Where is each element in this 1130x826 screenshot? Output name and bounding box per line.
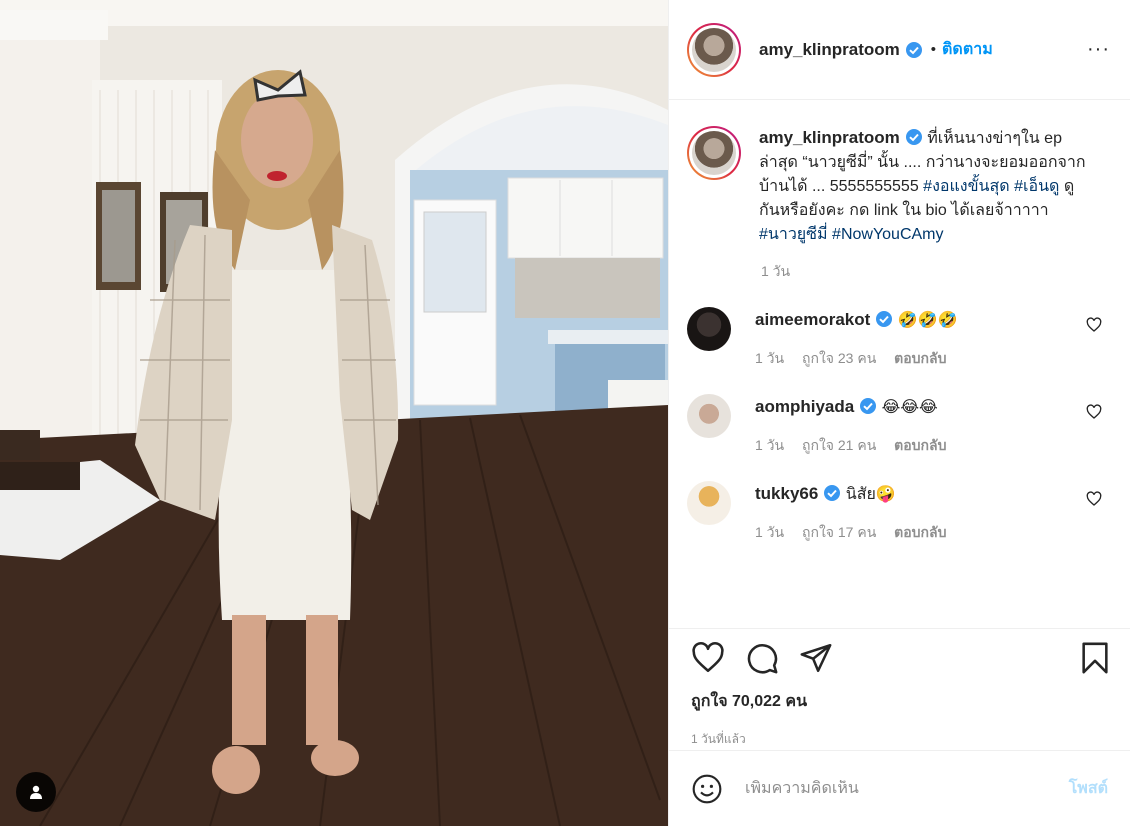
verified-badge-icon xyxy=(860,398,877,414)
commenter-username[interactable]: aomphiyada xyxy=(755,397,854,416)
comment-text: 😂😂😂 xyxy=(881,399,938,416)
comment-time[interactable]: 1 วัน xyxy=(755,524,784,540)
user-tag-icon[interactable] xyxy=(16,772,56,812)
caption-avatar[interactable] xyxy=(687,126,741,180)
post-side-panel: amy_klinpratoom • ติดตาม ··· amy_klinpra… xyxy=(668,0,1130,826)
hashtag-link[interactable]: #เอ็นดู xyxy=(1014,178,1059,195)
posted-time[interactable]: 1 วันที่แล้ว xyxy=(691,730,1110,749)
comment-likes[interactable]: ถูกใจ 21 คน xyxy=(802,437,876,453)
commenter-username[interactable]: aimeemorakot xyxy=(755,310,870,329)
post-header: amy_klinpratoom • ติดตาม ··· xyxy=(669,0,1130,100)
more-options-icon[interactable]: ··· xyxy=(1087,38,1110,61)
commenter-avatar[interactable] xyxy=(687,481,731,525)
post-comment-button[interactable]: โพสต์ xyxy=(1069,776,1108,801)
post-actions: ถูกใจ 70,022 คน 1 วันที่แล้ว xyxy=(669,628,1130,749)
verified-badge-icon xyxy=(876,311,893,327)
reply-button[interactable]: ตอบกลับ xyxy=(894,524,946,540)
reply-button[interactable]: ตอบกลับ xyxy=(894,350,946,366)
commenter-avatar[interactable] xyxy=(687,394,731,438)
caption: amy_klinpratoom ที่เห็นนางข่าๆใน ep ล่าส… xyxy=(687,126,1130,247)
caption-text: amy_klinpratoom ที่เห็นนางข่าๆใน ep ล่าส… xyxy=(759,126,1089,247)
author-username[interactable]: amy_klinpratoom xyxy=(759,40,900,60)
commenter-avatar[interactable] xyxy=(687,307,731,351)
heart-icon[interactable] xyxy=(691,641,725,675)
comment-icon[interactable] xyxy=(745,641,779,675)
comment-heart-icon[interactable] xyxy=(1086,404,1102,420)
verified-badge-icon xyxy=(905,129,922,145)
hashtag-link[interactable]: #NowYouCAmy xyxy=(832,226,943,243)
hashtag-link[interactable]: #นาวยูซีมี่ xyxy=(759,226,828,243)
verified-badge-icon xyxy=(905,41,922,58)
bookmark-icon[interactable] xyxy=(1080,641,1110,675)
comment-item: aimeemorakot 🤣🤣🤣 1 วัน ถูกใจ 23 คน ตอบกล… xyxy=(687,307,1130,370)
post-photo[interactable] xyxy=(0,0,668,826)
comment-heart-icon[interactable] xyxy=(1086,491,1102,507)
post-photo-image xyxy=(0,0,668,826)
comment-item: tukky66 นิสัย🤪 1 วัน ถูกใจ 17 คน ตอบกลับ xyxy=(687,481,1130,544)
comment-heart-icon[interactable] xyxy=(1086,317,1102,333)
caption-username[interactable]: amy_klinpratoom xyxy=(759,128,900,147)
comment-text: นิสัย🤪 xyxy=(845,486,896,503)
comment-composer: โพสต์ xyxy=(669,750,1130,826)
verified-badge-icon xyxy=(824,485,841,501)
comment-input[interactable] xyxy=(745,779,1069,798)
emoji-icon[interactable] xyxy=(691,773,723,805)
commenter-username[interactable]: tukky66 xyxy=(755,484,818,503)
comment-likes[interactable]: ถูกใจ 23 คน xyxy=(802,350,876,366)
separator-dot: • xyxy=(930,41,937,58)
send-icon[interactable] xyxy=(799,641,833,675)
author-avatar[interactable] xyxy=(687,22,741,77)
likes-count[interactable]: ถูกใจ 70,022 คน xyxy=(691,689,1110,714)
reply-button[interactable]: ตอบกลับ xyxy=(894,437,946,453)
comment-time[interactable]: 1 วัน xyxy=(755,350,784,366)
comment-time[interactable]: 1 วัน xyxy=(755,437,784,453)
hashtag-link[interactable]: #งอแงขั้นสุด xyxy=(923,178,1009,195)
comment-likes[interactable]: ถูกใจ 17 คน xyxy=(802,524,876,540)
comments-scroll[interactable]: amy_klinpratoom ที่เห็นนางข่าๆใน ep ล่าส… xyxy=(669,100,1130,628)
comment-item: aomphiyada 😂😂😂 1 วัน ถูกใจ 21 คน ตอบกลับ xyxy=(687,394,1130,457)
follow-button[interactable]: ติดตาม xyxy=(942,37,993,62)
comment-text: 🤣🤣🤣 xyxy=(897,312,958,329)
caption-time: 1 วัน xyxy=(761,263,791,279)
